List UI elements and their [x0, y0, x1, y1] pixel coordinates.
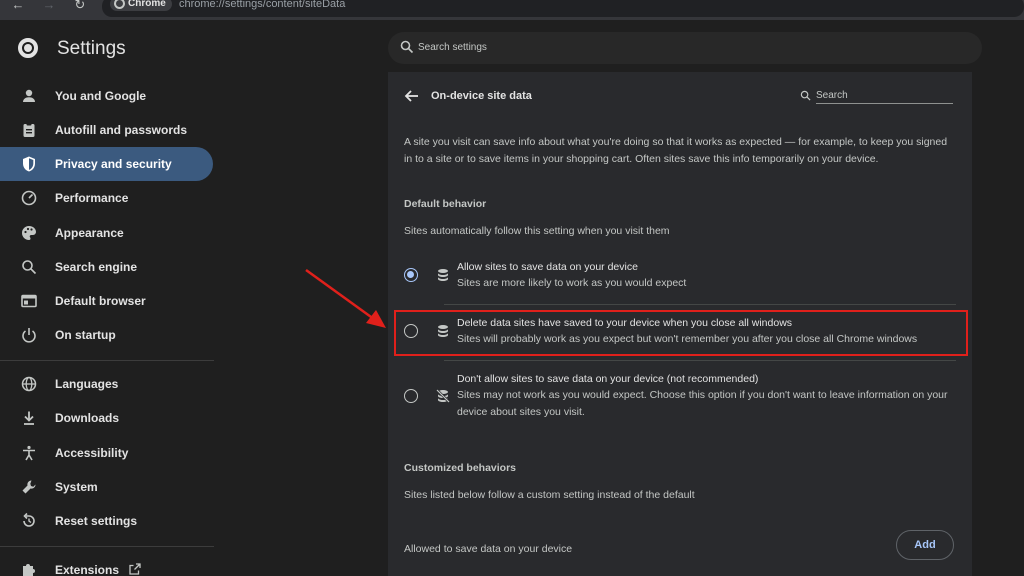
person-icon: [20, 87, 38, 105]
sidebar-item-label: Extensions: [55, 563, 120, 576]
sidebar-item-you-and-google[interactable]: You and Google: [0, 79, 213, 113]
sidebar-item-label: On startup: [55, 328, 116, 342]
reload-icon[interactable]: ↻: [70, 0, 90, 14]
section-page-title: On-device site data: [431, 90, 532, 102]
sidebar-item-privacy-and-security[interactable]: Privacy and security: [0, 147, 213, 181]
sidebar-item-label: Appearance: [55, 226, 124, 240]
database-icon: [438, 269, 448, 281]
gauge-icon: [20, 189, 38, 207]
sidebar-item-autofill[interactable]: Autofill and passwords: [0, 113, 213, 147]
database-off-icon: [436, 389, 450, 403]
sidebar: You and Google Autofill and passwords Pr…: [0, 72, 224, 576]
option-divider: [444, 304, 956, 305]
search-icon: [400, 40, 414, 54]
chrome-chip-label: Chrome: [128, 0, 166, 9]
page-title: Settings: [57, 38, 126, 59]
add-button[interactable]: Add: [896, 530, 954, 560]
sidebar-item-label: Downloads: [55, 411, 120, 425]
sidebar-item-languages[interactable]: Languages: [0, 367, 213, 401]
search-icon: [800, 90, 811, 101]
option-title: Allow sites to save data on your device: [457, 261, 638, 273]
sidebar-item-label: Performance: [55, 191, 129, 205]
default-behavior-subheading: Sites automatically follow this setting …: [404, 225, 670, 237]
default-behavior-heading: Default behavior: [404, 198, 487, 210]
chrome-chip-icon: [114, 0, 125, 9]
sidebar-item-performance[interactable]: Performance: [0, 181, 213, 215]
option-description: Sites may not work as you would expect. …: [457, 389, 948, 418]
url-text[interactable]: chrome://settings/content/siteData: [179, 0, 345, 10]
sidebar-divider: [0, 546, 214, 547]
back-arrow-icon[interactable]: [404, 89, 420, 103]
sidebar-item-downloads[interactable]: Downloads: [0, 401, 213, 435]
option-divider: [444, 360, 956, 361]
sidebar-item-appearance[interactable]: Appearance: [0, 216, 213, 250]
external-link-icon: [128, 562, 142, 576]
highlight-box: [394, 310, 968, 356]
clipboard-icon: [20, 121, 38, 139]
sidebar-item-search-engine[interactable]: Search engine: [0, 250, 213, 284]
reset-icon: [20, 512, 38, 530]
sidebar-item-label: Privacy and security: [55, 157, 172, 171]
forward-nav-icon[interactable]: →: [39, 0, 59, 14]
power-icon: [20, 326, 38, 344]
sidebar-item-label: System: [55, 480, 98, 494]
customized-behaviors-heading: Customized behaviors: [404, 462, 517, 474]
shield-icon: [20, 155, 38, 173]
option-description: Sites are more likely to work as you wou…: [457, 277, 687, 289]
sidebar-item-on-startup[interactable]: On startup: [0, 318, 213, 352]
browser-toolbar: ← → ↻ Chrome chrome://settings/content/s…: [0, 0, 1024, 20]
radio-block[interactable]: [404, 389, 418, 403]
search-settings-placeholder[interactable]: Search settings: [418, 42, 487, 53]
download-icon: [20, 409, 38, 427]
option-title: Don't allow sites to save data on your d…: [457, 373, 759, 385]
sidebar-item-label: Search engine: [55, 260, 138, 274]
radio-allow[interactable]: [404, 268, 418, 282]
red-arrow-icon: [305, 268, 386, 328]
sidebar-item-label: Autofill and passwords: [55, 123, 188, 137]
sidebar-item-label: Languages: [55, 377, 119, 391]
site-data-search-input[interactable]: [816, 88, 953, 104]
chrome-chip[interactable]: Chrome: [110, 0, 172, 11]
accessibility-icon: [20, 444, 38, 462]
sidebar-item-extensions[interactable]: Extensions: [0, 553, 213, 576]
allowed-to-save-label: Allowed to save data on your device: [404, 543, 573, 555]
sidebar-divider: [0, 360, 214, 361]
wrench-icon: [20, 478, 38, 496]
sidebar-item-label: You and Google: [55, 89, 147, 103]
browser-icon: [20, 292, 38, 310]
sidebar-item-accessibility[interactable]: Accessibility: [0, 436, 213, 470]
globe-icon: [20, 375, 38, 393]
sidebar-item-label: Accessibility: [55, 446, 129, 460]
sidebar-item-label: Default browser: [55, 294, 146, 308]
search-icon: [20, 258, 38, 276]
sidebar-item-reset-settings[interactable]: Reset settings: [0, 504, 213, 538]
chrome-logo-icon: [18, 38, 38, 58]
sidebar-item-default-browser[interactable]: Default browser: [0, 284, 213, 318]
customized-behaviors-subheading: Sites listed below follow a custom setti…: [404, 489, 695, 501]
option-allow-save-data[interactable]: Allow sites to save data on your device …: [396, 258, 964, 298]
page-description: A site you visit can save info about wha…: [404, 136, 948, 165]
sidebar-item-label: Reset settings: [55, 514, 138, 528]
back-nav-icon[interactable]: ←: [8, 0, 28, 14]
palette-icon: [20, 224, 38, 242]
option-block-save-data[interactable]: Don't allow sites to save data on your d…: [396, 370, 964, 426]
sidebar-item-system[interactable]: System: [0, 470, 213, 504]
puzzle-icon: [20, 561, 38, 576]
